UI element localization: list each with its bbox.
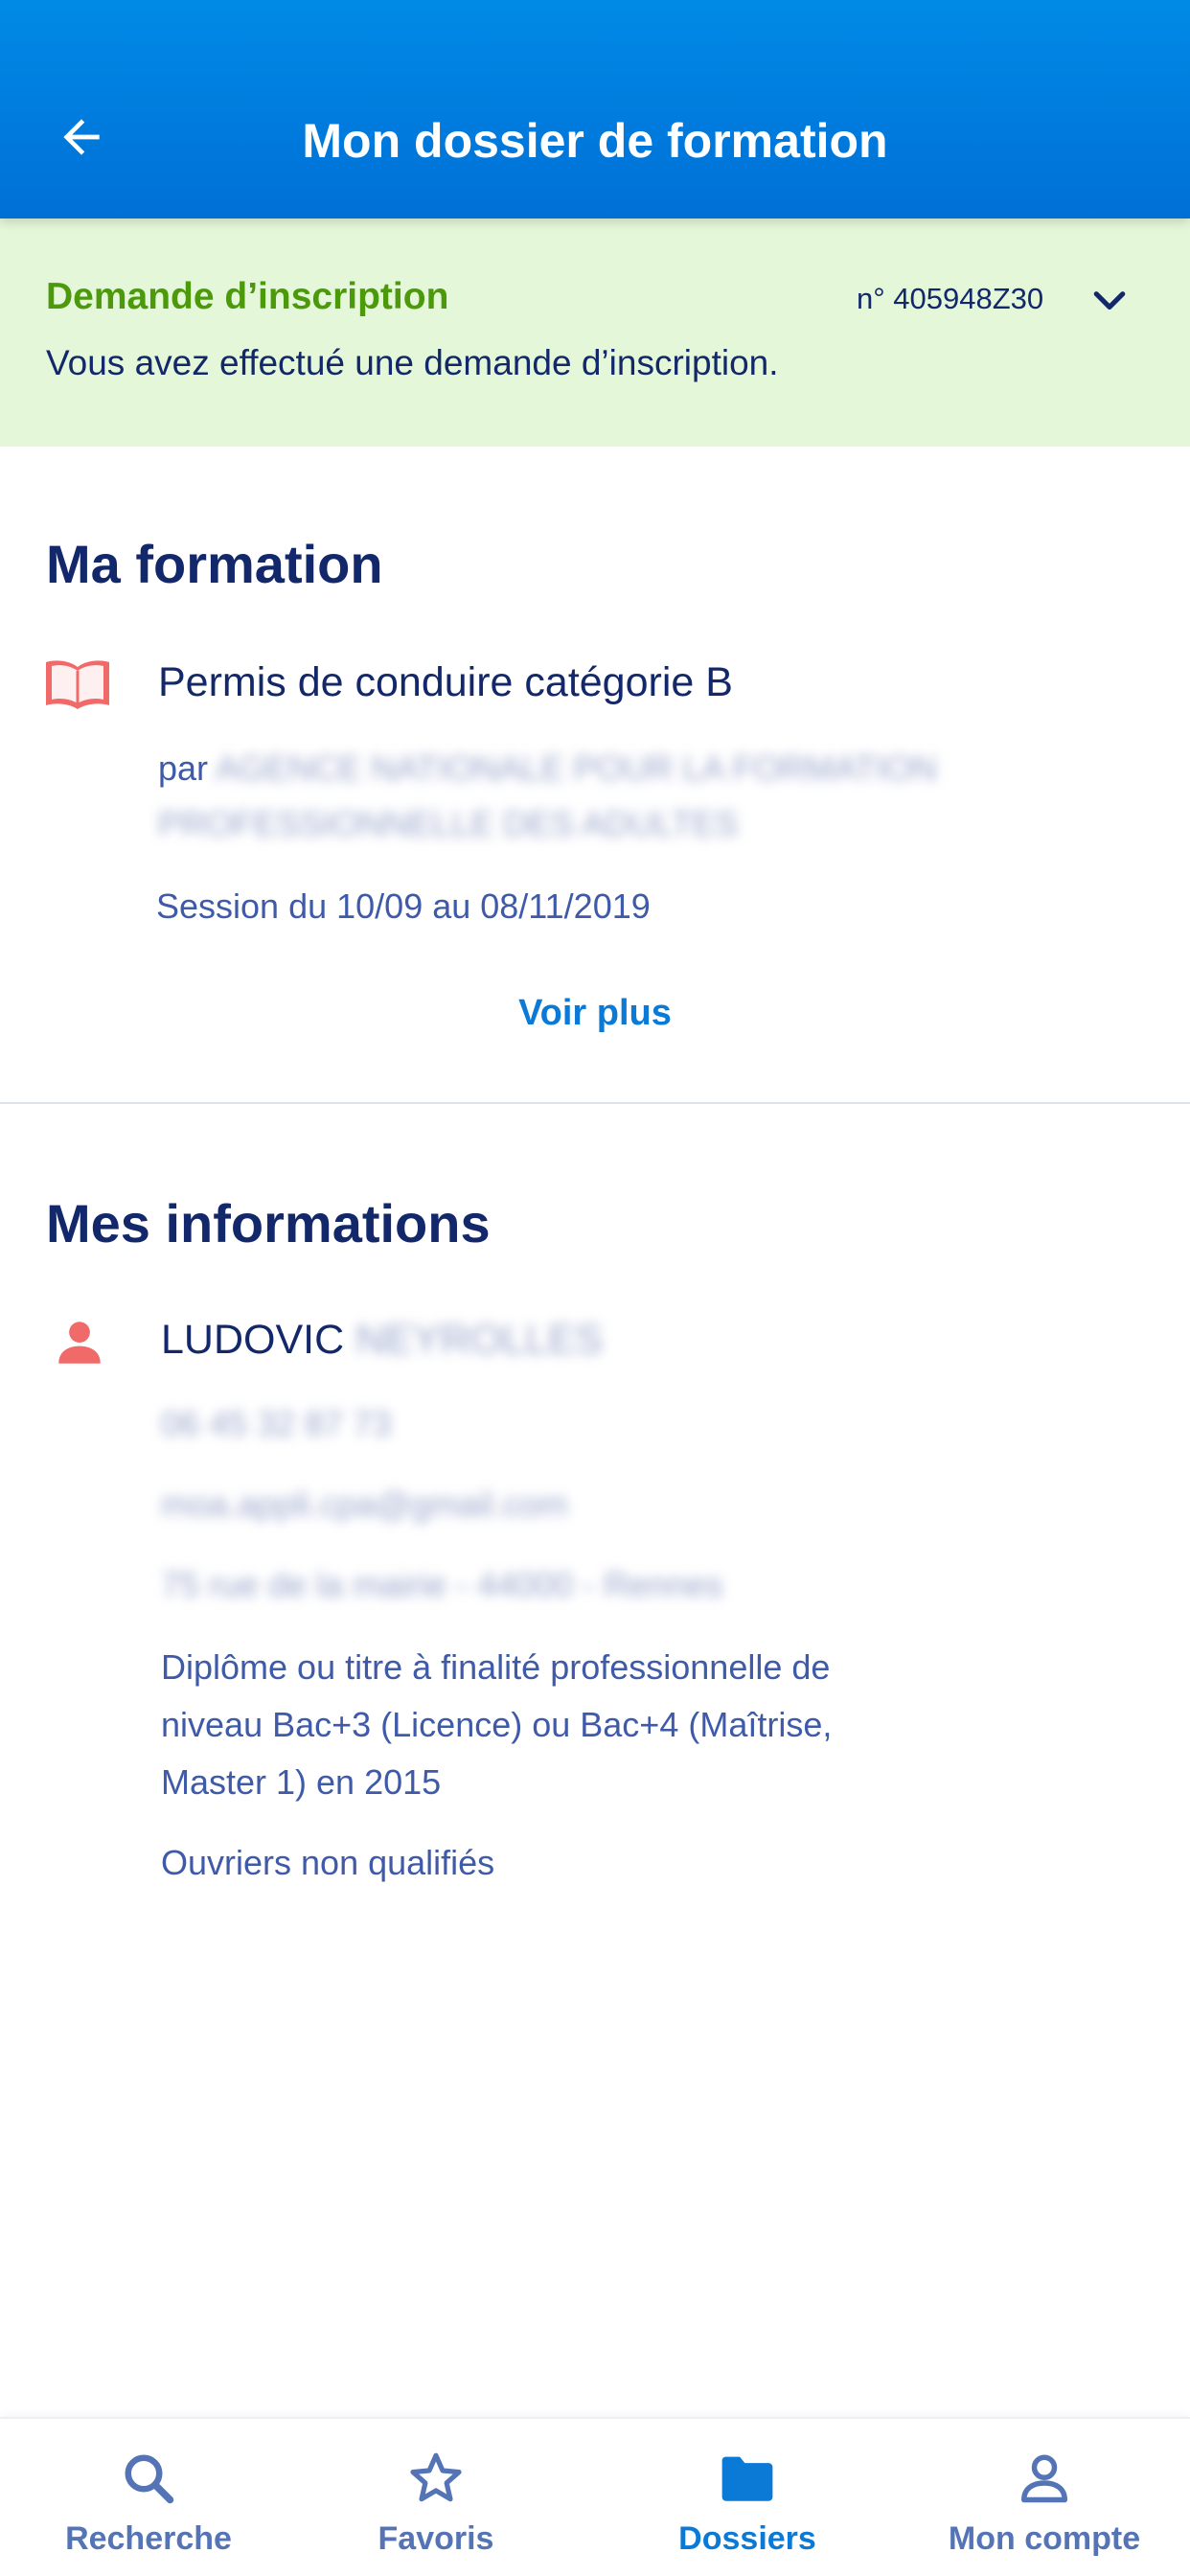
user-first-name: LUDOVIC bbox=[161, 1317, 345, 1363]
user-name: LUDOVIC NEYROLLES bbox=[161, 1317, 603, 1364]
open-book-icon bbox=[44, 657, 111, 711]
organization-prefix: par bbox=[158, 748, 209, 788]
user-diploma-line2: niveau Bac+3 (Licence) ou Bac+4 (Maîtris… bbox=[161, 1705, 833, 1744]
nav-label-favoris: Favoris bbox=[378, 2520, 494, 2557]
registration-status-banner[interactable]: Demande d’inscription n° 405948Z30 Vous … bbox=[0, 218, 1190, 447]
formation-organization-line1: par AGENCE NATIONALE POUR LA FORMATION bbox=[158, 740, 937, 797]
informations-section-title: Mes informations bbox=[46, 1193, 491, 1254]
organization-name-blurred: AGENCE NATIONALE POUR LA FORMATION bbox=[216, 748, 937, 788]
page-title: Mon dossier de formation bbox=[302, 114, 888, 168]
formation-organization-line2: PROFESSIONNELLE DES ADULTES bbox=[158, 795, 739, 853]
app-header: Mon dossier de formation bbox=[0, 0, 1190, 218]
user-phone: 06 45 32 87 73 bbox=[161, 1404, 392, 1443]
status-description: Vous avez effectué une demande d’inscrip… bbox=[46, 343, 779, 382]
user-last-name-blurred: NEYROLLES bbox=[355, 1317, 604, 1363]
folder-icon bbox=[599, 2448, 896, 2509]
expand-status-button[interactable] bbox=[1085, 278, 1134, 328]
user-email: moa.appli.cpa@gmail.com bbox=[161, 1484, 568, 1524]
search-icon bbox=[0, 2448, 297, 2509]
nav-label-recherche: Recherche bbox=[65, 2520, 232, 2557]
formation-title: Permis de conduire catégorie B bbox=[158, 659, 733, 705]
formation-section-title: Ma formation bbox=[46, 534, 383, 594]
nav-label-dossiers: Dossiers bbox=[678, 2520, 816, 2557]
status-title: Demande d’inscription bbox=[46, 276, 449, 317]
person-icon bbox=[52, 1315, 107, 1370]
page: Mon dossier de formation Demande d’inscr… bbox=[0, 0, 1190, 2576]
section-divider bbox=[0, 1102, 1190, 1104]
user-category: Ouvriers non qualifiés bbox=[161, 1843, 495, 1882]
user-diploma-line1: Diplôme ou titre à finalité professionne… bbox=[161, 1647, 831, 1687]
dossier-number: n° 405948Z30 bbox=[857, 282, 1044, 315]
nav-label-mon-compte: Mon compte bbox=[948, 2520, 1141, 2557]
nav-item-recherche[interactable]: Recherche bbox=[0, 2419, 297, 2576]
star-icon bbox=[287, 2448, 584, 2509]
chevron-down-icon bbox=[1088, 280, 1131, 327]
user-diploma-line3: Master 1) en 2015 bbox=[161, 1762, 442, 1802]
nav-item-mon-compte[interactable]: Mon compte bbox=[896, 2419, 1190, 2576]
user-address: 75 rue de la mairie - 44000 - Rennes bbox=[161, 1565, 723, 1604]
formation-session: Session du 10/09 au 08/11/2019 bbox=[156, 886, 651, 926]
account-icon bbox=[896, 2448, 1190, 2509]
see-more-link[interactable]: Voir plus bbox=[0, 993, 1190, 1034]
bottom-navigation: Recherche Favoris Dossiers Mon compte bbox=[0, 2417, 1190, 2576]
nav-item-favoris[interactable]: Favoris bbox=[287, 2419, 584, 2576]
organization-name-blurred-2: PROFESSIONNELLE DES ADULTES bbox=[158, 804, 739, 843]
nav-item-dossiers[interactable]: Dossiers bbox=[599, 2419, 896, 2576]
